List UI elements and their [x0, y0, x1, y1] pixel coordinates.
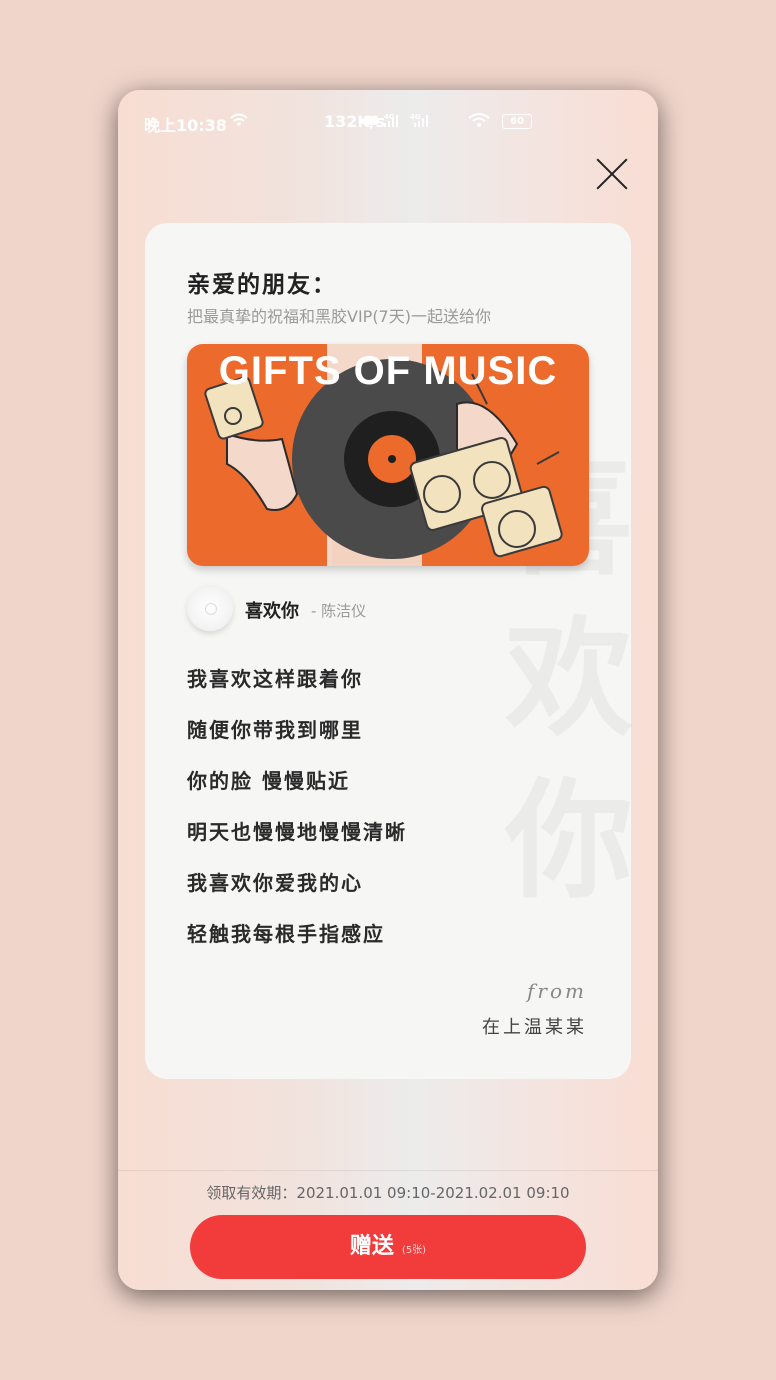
gift-card: 喜欢你 亲爱的朋友： 把最真挚的祝福和黑胶VIP(7天)一起送给你: [145, 223, 633, 1079]
lyric-line: 我喜欢你爱我的心: [187, 871, 363, 895]
lyric-line: 我喜欢这样跟着你: [187, 667, 363, 691]
banner-title: GIFTS OF MUSIC: [218, 349, 558, 393]
divider: [118, 1170, 658, 1171]
gift-button[interactable]: 赠送 (5张): [190, 1215, 586, 1279]
gift-card-screen: 晚上10:38 132K/s 4G 4G 60 喜欢你 亲爱的朋友： 把最真挚的…: [118, 90, 658, 1290]
validity-period: 领取有效期：2021.01.01 09:10-2021.02.01 09:10: [206, 1184, 570, 1202]
lyrics-block: 我喜欢这样跟着你 随便你带我到哪里 你的脸 慢慢贴近 明天也慢慢地慢慢清晰 我喜…: [187, 663, 407, 969]
music-banner: GIFTS OF MUSIC: [187, 344, 589, 566]
gift-button-label: 赠送: [349, 1234, 394, 1259]
lyric-line: 轻触我每根手指感应: [187, 922, 385, 946]
lyric-line: 随便你带我到哪里: [187, 718, 363, 742]
song-name: 喜欢你: [245, 601, 299, 622]
song-artist: - 陈洁仪: [311, 602, 367, 620]
wifi-icon: [230, 112, 248, 132]
gift-count: (5张): [401, 1245, 427, 1256]
status-time: 晚上10:38: [144, 116, 227, 135]
greeting-title: 亲爱的朋友：: [187, 272, 337, 298]
wifi-strength-icon: [468, 112, 490, 132]
vinyl-disc-icon: [187, 585, 233, 631]
battery-icon: 60: [502, 114, 532, 129]
lyric-line: 你的脸 慢慢贴近: [187, 769, 350, 793]
lyric-line: 明天也慢慢地慢慢清晰: [187, 820, 407, 844]
sender-name: 在上温某某: [482, 1017, 587, 1038]
svg-text:4G: 4G: [410, 113, 421, 121]
close-icon[interactable]: [594, 156, 630, 192]
greeting-subtitle: 把最真挚的祝福和黑胶VIP(7天)一起送给你: [187, 307, 491, 326]
signal-icon: 4G 4G: [364, 110, 454, 133]
status-bar: 晚上10:38 132K/s 4G 4G 60: [118, 112, 658, 136]
from-label: from: [527, 979, 587, 1003]
